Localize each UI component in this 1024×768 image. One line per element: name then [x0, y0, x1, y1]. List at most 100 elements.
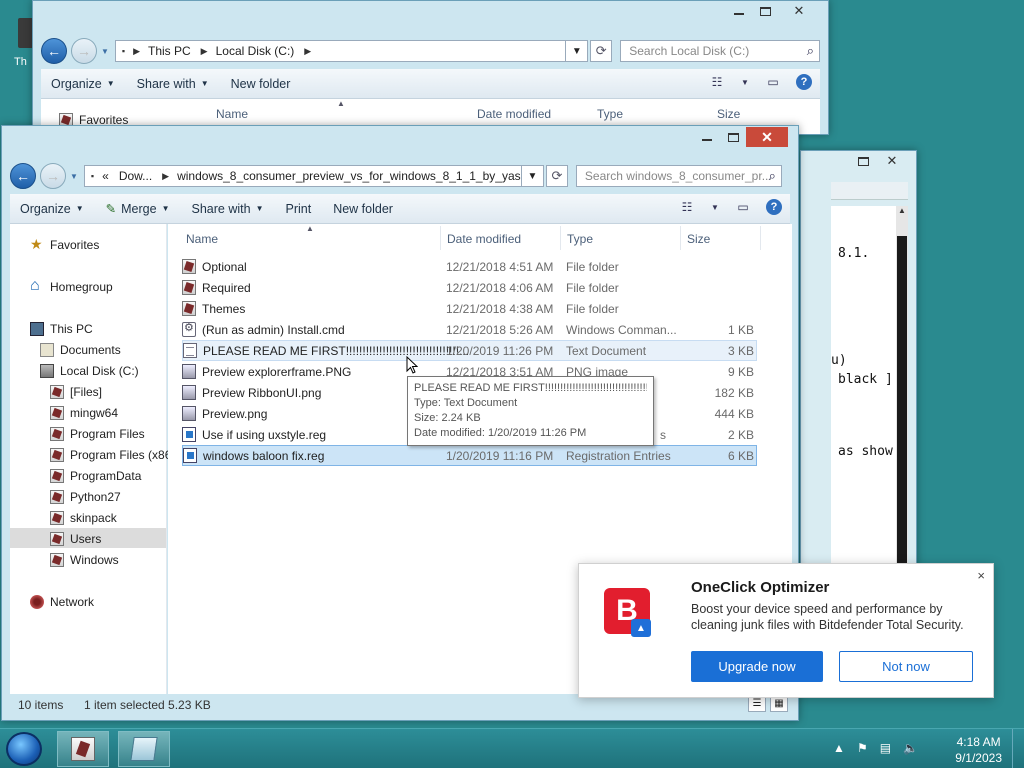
maximize-button[interactable] [720, 127, 746, 147]
history-dropdown-icon[interactable]: ▼ [70, 172, 78, 181]
nav-folder-users[interactable]: Users [50, 532, 101, 546]
show-hidden-icons-icon[interactable]: ▲ [833, 741, 845, 755]
address-dropdown-icon[interactable]: ▼ [566, 40, 589, 62]
terminal-window[interactable]: ✕ 8.1. u) black ] as show ▲ [800, 150, 917, 570]
help-icon[interactable]: ? [766, 199, 782, 215]
nav-folder-python27[interactable]: Python27 [50, 490, 121, 504]
nav-homegroup[interactable]: Homegroup [30, 277, 113, 295]
nav-favorites[interactable]: Favorites [30, 236, 99, 253]
show-desktop-button[interactable] [1012, 729, 1024, 768]
table-row-hovered[interactable]: PLEASE READ ME FIRST!!!!!!!!!!!!!!!!!!!!… [182, 340, 757, 361]
minimize-button[interactable] [726, 1, 752, 21]
notification-toast[interactable]: B ▲ OneClick Optimizer Boost your device… [578, 563, 994, 698]
nav-folder-program-files-x86[interactable]: Program Files (x86) [50, 448, 175, 462]
forward-button[interactable]: → [40, 163, 66, 189]
folder-icon [50, 553, 64, 567]
breadcrumb-local-disk[interactable]: Local Disk (C:) [216, 44, 295, 58]
column-date[interactable]: Date modified [447, 232, 521, 246]
nav-folder-files[interactable]: [Files] [50, 385, 102, 399]
column-type[interactable]: Type [597, 107, 623, 121]
share-with-button[interactable]: Share with ▼ [137, 77, 209, 91]
volume-icon[interactable]: 🔈 [903, 741, 918, 755]
scrollbar-thumb[interactable] [897, 236, 907, 566]
network-status-icon[interactable]: ▤ [880, 741, 891, 755]
address-dropdown-icon[interactable]: ▼ [521, 165, 544, 187]
start-button[interactable] [6, 732, 42, 766]
share-with-button[interactable]: Share with ▼ [192, 202, 264, 216]
preview-pane-icon[interactable]: ▭ [734, 199, 752, 215]
nav-documents[interactable]: Documents [40, 343, 121, 357]
column-type[interactable]: Type [567, 232, 593, 246]
forward-button[interactable]: → [70, 38, 97, 64]
taskbar-explorer-button[interactable] [57, 731, 109, 767]
merge-button[interactable]: ✎ Merge ▼ [106, 201, 170, 217]
search-input[interactable]: Search Local Disk (C:) ⌕ [620, 40, 820, 62]
terminal-line: as show [838, 444, 893, 459]
back-button[interactable]: ← [10, 163, 36, 189]
refresh-button[interactable]: ⟳ [545, 165, 568, 187]
column-size[interactable]: Size [687, 232, 710, 246]
maximize-button[interactable] [752, 1, 778, 21]
clock-date: 9/1/2023 [955, 751, 1002, 765]
search-input[interactable]: Search windows_8_consumer_pr... ⌕ [575, 165, 782, 187]
close-button[interactable]: ✕ [778, 1, 820, 21]
new-folder-button[interactable]: New folder [231, 77, 291, 91]
refresh-button[interactable]: ⟳ [590, 40, 613, 62]
nav-this-pc[interactable]: This PC [30, 322, 93, 336]
column-name[interactable]: Name [216, 107, 248, 121]
large-icons-view-icon[interactable]: ▦ [770, 697, 788, 712]
organize-button[interactable]: Organize ▼ [51, 77, 115, 91]
terminal-scrollbar[interactable]: ▲ [896, 206, 908, 569]
minimize-button[interactable] [694, 127, 720, 147]
address-bar[interactable]: ▪ ▶ This PC ▶ Local Disk (C:) ▶ [114, 40, 567, 62]
breadcrumb-this-pc[interactable]: This PC [148, 44, 191, 58]
help-icon[interactable]: ? [796, 74, 812, 90]
search-icon: ⌕ [806, 43, 814, 58]
nav-network[interactable]: Network [30, 595, 94, 609]
registry-file-icon [182, 427, 196, 442]
table-row[interactable]: (Run as admin) Install.cmd 12/21/2018 5:… [182, 319, 757, 340]
organize-button[interactable]: Organize ▼ [20, 202, 84, 216]
history-dropdown-icon[interactable]: ▼ [101, 47, 109, 56]
chevron-down-icon[interactable]: ▼ [706, 199, 724, 215]
nav-folder-program-files[interactable]: Program Files [50, 427, 145, 441]
back-button[interactable]: ← [41, 38, 67, 64]
chevron-down-icon[interactable]: ▼ [736, 74, 754, 90]
nav-folder-programdata[interactable]: ProgramData [50, 469, 141, 483]
table-row[interactable]: Optional 12/21/2018 4:51 AM File folder [182, 256, 757, 277]
new-folder-button[interactable]: New folder [333, 202, 393, 216]
nav-folder-windows[interactable]: Windows [50, 553, 119, 567]
not-now-button[interactable]: Not now [839, 651, 973, 682]
table-row[interactable]: Required 12/21/2018 4:06 AM File folder [182, 277, 757, 298]
breadcrumb-current[interactable]: windows_8_consumer_preview_vs_for_window… [177, 169, 521, 183]
back-explorer-window[interactable]: ✕ ← → ▼ ▪ ▶ This PC ▶ Local Disk (C:) ▶ … [32, 0, 829, 135]
view-options-icon[interactable]: ☷ [678, 199, 696, 215]
view-options-icon[interactable]: ☷ [708, 74, 726, 90]
table-row[interactable]: Themes 12/21/2018 4:38 AM File folder [182, 298, 757, 319]
preview-pane-icon[interactable]: ▭ [764, 74, 782, 90]
address-bar[interactable]: ▪ « Dow... ▶ windows_8_consumer_preview_… [83, 165, 522, 187]
column-name[interactable]: Name [186, 232, 218, 246]
folder-icon: ▪ [90, 171, 95, 181]
scroll-up-icon[interactable]: ▲ [896, 206, 908, 218]
flag-icon[interactable]: ⚑ [857, 741, 868, 755]
maximize-button[interactable] [850, 151, 876, 171]
nav-folder-skinpack[interactable]: skinpack [50, 511, 117, 525]
clock[interactable]: 4:18 AM 9/1/2023 [955, 734, 1002, 766]
breadcrumb-overflow[interactable]: « [102, 169, 109, 183]
close-button[interactable]: ✕ [746, 127, 788, 147]
close-icon[interactable]: × [977, 568, 985, 583]
column-size[interactable]: Size [717, 107, 740, 121]
table-row-selected[interactable]: windows baloon fix.reg 1/20/2019 11:16 P… [182, 445, 757, 466]
details-view-icon[interactable]: ☰ [748, 697, 766, 712]
chevron-right-icon: ▶ [133, 45, 140, 56]
upgrade-now-button[interactable]: Upgrade now [691, 651, 823, 682]
nav-folder-mingw64[interactable]: mingw64 [50, 406, 118, 420]
explorer-icon [71, 737, 95, 761]
close-button[interactable]: ✕ [876, 151, 908, 171]
nav-local-disk[interactable]: Local Disk (C:) [40, 364, 139, 378]
print-button[interactable]: Print [285, 202, 311, 216]
column-date[interactable]: Date modified [477, 107, 551, 121]
breadcrumb-downloads[interactable]: Dow... [119, 169, 152, 183]
taskbar-notepad-button[interactable] [118, 731, 170, 767]
